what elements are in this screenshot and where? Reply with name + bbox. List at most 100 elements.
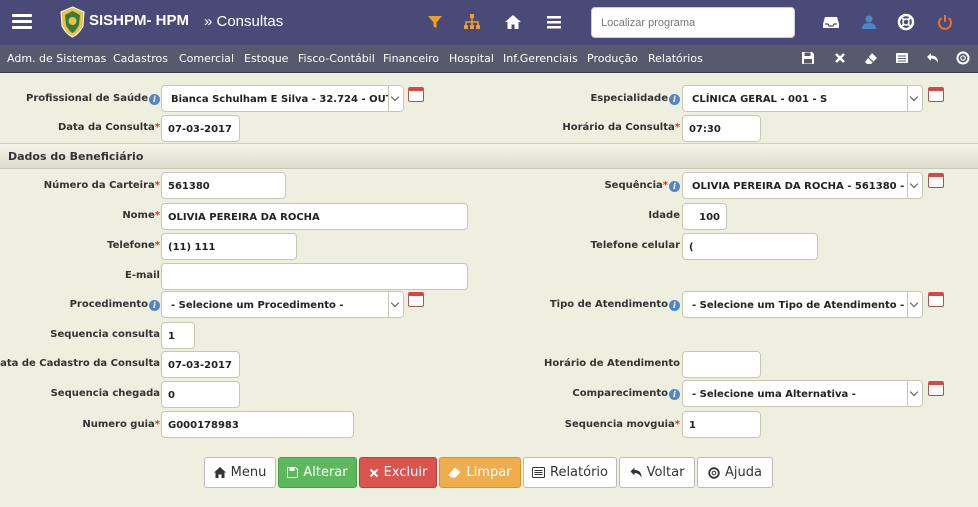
sequencia-label: Sequência* i — [604, 180, 680, 192]
info-icon[interactable]: i — [149, 94, 160, 105]
procedimento-label: Procedimento i — [70, 299, 160, 311]
comparecimento-label: Comparecimento i — [572, 388, 680, 400]
especialidade-select[interactable]: CLÍNICA GERAL - 001 - S — [682, 85, 923, 112]
telefone-label: Telefone* — [107, 240, 160, 251]
data-cadastro-label: Data de Cadastro da Consulta — [0, 358, 160, 369]
chevron-down-icon — [388, 86, 403, 111]
eraser-icon[interactable] — [864, 51, 878, 65]
sitemap-icon[interactable] — [463, 13, 481, 31]
close-icon — [369, 468, 378, 477]
back-icon — [630, 467, 642, 478]
procedimento-select[interactable]: - Selecione um Procedimento - — [161, 291, 404, 318]
nav-relatorios[interactable]: Relatórios — [648, 52, 703, 65]
inbox-icon[interactable] — [822, 13, 840, 31]
nav-producao[interactable]: Produção — [587, 52, 638, 65]
especialidade-label: Especialidade i — [590, 93, 680, 105]
lifebuoy-icon[interactable] — [897, 13, 915, 31]
nav-comercial[interactable]: Comercial — [179, 52, 234, 65]
calendar-icon[interactable] — [408, 292, 424, 307]
telefone-input[interactable]: (11) 111 — [161, 233, 297, 260]
calendar-icon[interactable] — [928, 292, 944, 307]
home-icon — [213, 467, 226, 478]
nav-financeiro[interactable]: Financeiro — [383, 52, 439, 65]
nav-adm-sistemas[interactable]: Adm. de Sistemas — [7, 52, 106, 65]
voltar-button[interactable]: Voltar — [619, 457, 695, 488]
email-label: E-mail — [124, 270, 160, 281]
numero-carteira-label: Número da Carteira* — [43, 180, 160, 191]
numero-guia-label: Numero guia* — [82, 419, 160, 430]
comparecimento-select[interactable]: - Selecione uma Alternativa - — [682, 380, 923, 407]
email-input[interactable] — [161, 263, 468, 290]
data-consulta-label: Data da Consulta* — [57, 122, 160, 133]
section-header: Dados do Beneficiário — [0, 143, 978, 169]
tipo-atendimento-label: Tipo de Atendimento i — [550, 299, 680, 311]
horario-consulta-label: Horário da Consulta* — [562, 122, 680, 133]
power-icon[interactable] — [936, 13, 954, 31]
lifebuoy-icon — [708, 466, 720, 479]
report-icon — [532, 467, 545, 478]
sequencia-select[interactable]: OLIVIA PEREIRA DA ROCHA - 561380 - 1 - C… — [682, 172, 923, 199]
calendar-icon[interactable] — [928, 381, 944, 396]
tipo-atendimento-select[interactable]: - Selecione um Tipo de Atendimento - — [682, 291, 923, 318]
data-cadastro-input[interactable]: 07-03-2017 — [161, 351, 240, 378]
nav-inf-gerenciais[interactable]: Inf.Gerenciais — [503, 52, 578, 65]
horario-consulta-input[interactable]: 07:30 — [682, 115, 761, 142]
chevron-down-icon — [907, 86, 922, 111]
report-icon[interactable] — [895, 51, 909, 65]
menu-button[interactable]: Menu — [204, 457, 276, 488]
user-icon[interactable] — [860, 13, 878, 31]
excluir-button[interactable]: Excluir — [359, 457, 437, 488]
profissional-select[interactable]: Bianca Schulham E Silva - 32.724 - OUTRO… — [161, 85, 404, 112]
home-icon[interactable] — [504, 13, 522, 31]
top-bar: SISHPM- HPM » Consultas — [0, 0, 978, 45]
calendar-icon[interactable] — [928, 87, 944, 102]
idade-label: Idade — [648, 210, 680, 221]
sequencia-chegada-label: Sequencia chegada — [50, 388, 160, 399]
nav-estoque[interactable]: Estoque — [244, 52, 288, 65]
ajuda-button[interactable]: Ajuda — [697, 457, 773, 488]
save-icon[interactable] — [801, 51, 815, 65]
nome-input[interactable]: OLIVIA PEREIRA DA ROCHA — [161, 203, 468, 230]
data-consulta-input[interactable]: 07-03-2017 — [161, 115, 240, 142]
telefone-celular-input[interactable]: ( — [682, 233, 818, 260]
telefone-celular-label: Telefone celular — [590, 240, 680, 251]
chevron-down-icon — [907, 381, 922, 406]
help-lifebuoy-icon[interactable] — [956, 51, 970, 65]
info-icon[interactable]: i — [669, 300, 680, 311]
sequencia-movguia-input[interactable]: 1 — [682, 411, 761, 438]
idade-input[interactable]: 100 — [682, 203, 727, 230]
search-input[interactable] — [591, 7, 795, 38]
alterar-button[interactable]: Alterar — [278, 457, 357, 488]
info-icon[interactable]: i — [149, 300, 160, 311]
nav-hospital[interactable]: Hospital — [449, 52, 494, 65]
hamburger-menu-icon[interactable] — [12, 14, 32, 30]
calendar-icon[interactable] — [408, 87, 424, 102]
app-title: SISHPM- HPM — [89, 12, 190, 29]
list-icon[interactable] — [545, 13, 563, 31]
sequencia-movguia-label: Sequencia movguia* — [564, 419, 680, 430]
sequencia-consulta-label: Sequencia consulta — [50, 329, 160, 340]
profissional-label: Profissional de Saúde i — [26, 93, 160, 105]
info-icon[interactable]: i — [669, 94, 680, 105]
calendar-icon[interactable] — [928, 173, 944, 188]
limpar-button[interactable]: Limpar — [439, 457, 521, 488]
nav-fisco-contabil[interactable]: Fisco-Contábil — [298, 52, 375, 65]
eraser-icon — [448, 467, 461, 478]
save-icon — [287, 467, 299, 478]
logo-icon — [60, 6, 85, 38]
info-icon[interactable]: i — [669, 389, 680, 400]
numero-guia-input[interactable]: G000178983 — [161, 411, 354, 438]
close-icon[interactable] — [833, 51, 847, 65]
relatorio-button[interactable]: Relatório — [523, 457, 617, 488]
chevron-down-icon — [907, 173, 922, 198]
chevron-down-icon — [388, 292, 403, 317]
sequencia-chegada-input[interactable]: 0 — [161, 381, 240, 408]
nome-label: Nome* — [122, 210, 160, 221]
horario-atendimento-input[interactable] — [682, 351, 761, 378]
back-icon[interactable] — [926, 51, 940, 65]
filter-icon[interactable] — [426, 13, 444, 31]
numero-carteira-input[interactable]: 561380 — [161, 172, 286, 199]
sequencia-consulta-input[interactable]: 1 — [161, 322, 195, 349]
nav-cadastros[interactable]: Cadastros — [113, 52, 168, 65]
info-icon[interactable]: i — [669, 181, 680, 192]
